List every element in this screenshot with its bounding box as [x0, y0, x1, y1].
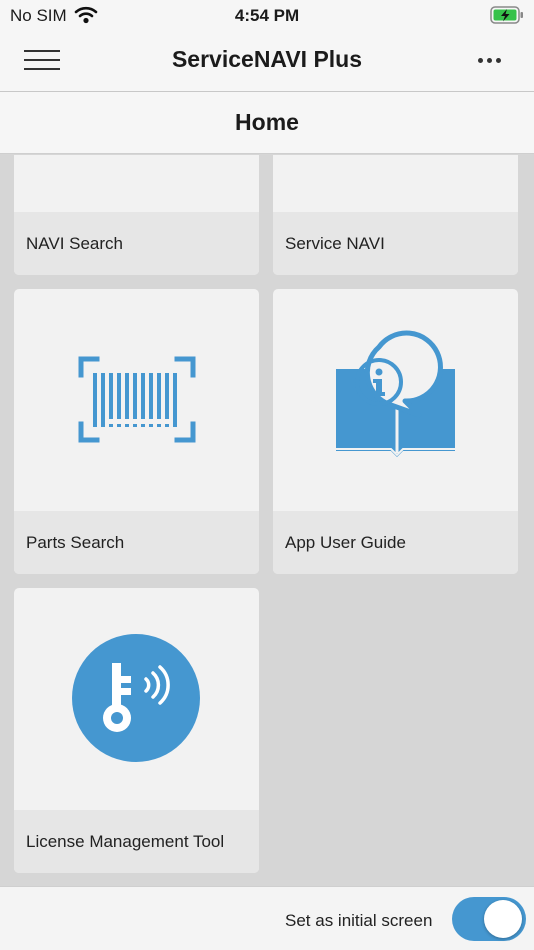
- status-time: 4:54 PM: [234, 6, 300, 25]
- footer-bar: Set as initial screen: [0, 886, 534, 950]
- tile-app-user-guide[interactable]: App User Guide: [273, 289, 518, 574]
- tile-label: NAVI Search: [26, 234, 124, 253]
- initial-screen-label: Set as initial screen: [285, 911, 433, 930]
- hamburger-icon[interactable]: [24, 50, 62, 72]
- service-navi-icon: [273, 155, 518, 212]
- toggle-knob: [484, 900, 522, 938]
- tile-label: Service NAVI: [285, 234, 385, 253]
- nav-bar: ServiceNAVI Plus: [0, 30, 534, 92]
- tile-grid[interactable]: NAVI Search Service NAVI Parts Search Ap…: [0, 155, 534, 886]
- tile-license-management-tool[interactable]: License Management Tool: [14, 588, 259, 873]
- tile-navi-search[interactable]: NAVI Search: [14, 155, 259, 275]
- tile-label-area: Parts Search: [14, 511, 259, 574]
- tile-parts-search[interactable]: Parts Search: [14, 289, 259, 574]
- battery-charging-icon: [490, 6, 524, 29]
- initial-screen-toggle[interactable]: [452, 897, 526, 941]
- more-icon[interactable]: [472, 50, 510, 72]
- status-bar: No SIM 4:54 PM: [0, 0, 534, 30]
- license-key-icon: [14, 588, 259, 810]
- tile-label-area: License Management Tool: [14, 810, 259, 873]
- page-header: Home: [0, 92, 534, 154]
- tile-label-area: NAVI Search: [14, 212, 259, 275]
- barcode-scan-icon: [14, 289, 259, 511]
- navi-search-icon: [14, 155, 259, 212]
- tile-label: App User Guide: [285, 533, 406, 552]
- tile-label-area: App User Guide: [273, 511, 518, 574]
- tile-label: License Management Tool: [26, 832, 225, 851]
- tile-label-area: Service NAVI: [273, 212, 518, 275]
- user-guide-book-icon: [273, 289, 518, 511]
- tile-service-navi[interactable]: Service NAVI: [273, 155, 518, 275]
- app-title: ServiceNAVI Plus: [171, 46, 363, 72]
- tile-label: Parts Search: [26, 533, 125, 552]
- page-title: Home: [235, 109, 299, 135]
